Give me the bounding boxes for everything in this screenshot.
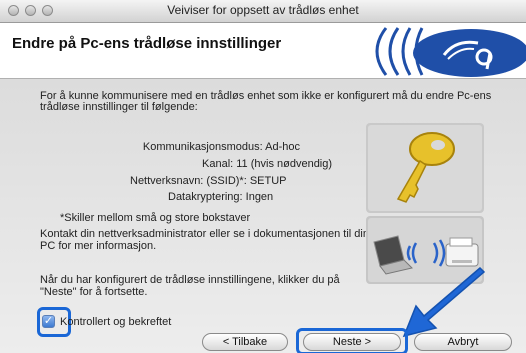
arrow-icon [402, 266, 486, 338]
page-heading: Endre på Pc-ens trådløse innstillinger [12, 35, 282, 52]
wizard-window: Veiviser for oppsett av trådløs enhet En… [0, 0, 526, 353]
header-banner: Endre på Pc-ens trådløse innstillinger [0, 23, 526, 78]
case-note: *Skiller mellom små og store bokstaver [60, 212, 251, 224]
confirm-checkbox-label[interactable]: Kontrollert og bekreftet [60, 316, 171, 328]
cancel-button[interactable]: Avbryt [414, 333, 512, 351]
confirm-checkbox[interactable]: ✓ [42, 315, 55, 328]
next-button[interactable]: Neste > [303, 333, 401, 351]
setting-encryption: Datakryptering: Ingen [168, 191, 274, 203]
window-title: Veiviser for oppsett av trådløs enhet [167, 3, 359, 17]
setting-mode: Kommunikasjonsmodus: Ad-hoc [142, 141, 300, 153]
setting-ssid: Nettverksnavn: (SSID)*: SETUP [130, 175, 287, 187]
back-button[interactable]: < Tilbake [202, 333, 288, 351]
setting-channel: Kanal: 11 (hvis nødvendig) [202, 158, 333, 170]
wireless-logo-icon [375, 27, 526, 77]
contact-line-2: PC for mer informasjon. [40, 240, 157, 252]
instruction-line-1: Når du har konfigurert de trådløse innst… [40, 274, 340, 286]
title-bar: Veiviser for oppsett av trådløs enhet [0, 0, 526, 23]
intro-line-2: trådløse innstillinger til følgende: [40, 101, 198, 113]
contact-line-1: Kontakt din nettverksadministrator eller… [40, 228, 369, 240]
instruction-line-2: "Neste" for å fortsette. [40, 286, 148, 298]
key-icon [366, 123, 484, 213]
